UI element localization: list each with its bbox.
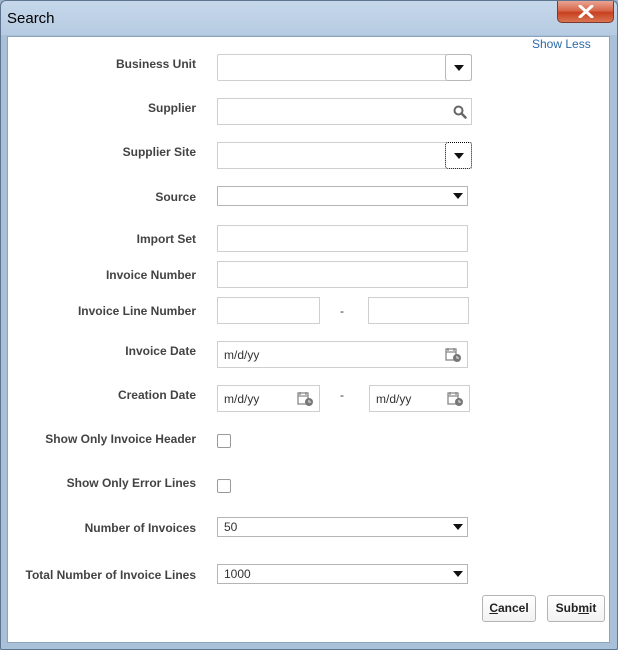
title-bar[interactable]: Search: [1, 1, 617, 35]
show-only-invoice-header-label: Show Only Invoice Header: [45, 432, 196, 446]
show-less-link[interactable]: Show Less: [532, 37, 591, 51]
supplier-input[interactable]: [217, 98, 472, 125]
supplier-site-dropdown-button[interactable]: [445, 142, 472, 169]
number-of-invoices-select[interactable]: 50: [217, 517, 468, 537]
supplier-site-select[interactable]: [217, 142, 472, 169]
invoice-line-number-from-input[interactable]: [217, 297, 320, 324]
total-number-of-invoice-lines-select[interactable]: 1000: [217, 564, 468, 584]
submit-mnemonic: m: [578, 601, 589, 615]
show-only-error-lines-checkbox[interactable]: [217, 479, 231, 493]
invoice-line-number-label: Invoice Line Number: [77, 304, 196, 318]
invoice-date-input[interactable]: m/d/yy: [217, 341, 468, 368]
cancel-mnemonic: C: [489, 601, 498, 615]
creation-date-from-input[interactable]: m/d/yy: [217, 385, 320, 412]
range-separator: -: [340, 388, 344, 402]
close-x-icon: [578, 5, 594, 18]
submit-label-prefix: Sub: [555, 601, 579, 615]
invoice-line-number-to-input[interactable]: [368, 297, 469, 324]
search-dialog: Search Show Less Business Unit Supplier: [0, 0, 618, 650]
source-label: Source: [155, 190, 196, 204]
cancel-button[interactable]: Cancel: [482, 595, 536, 622]
source-select[interactable]: [217, 186, 468, 206]
invoice-date-label: Invoice Date: [125, 344, 196, 358]
business-unit-dropdown-button[interactable]: [445, 54, 472, 81]
business-unit-select[interactable]: [217, 54, 472, 81]
dropdown-arrow-icon: [453, 571, 463, 577]
show-only-invoice-header-checkbox[interactable]: [217, 434, 231, 448]
dropdown-arrow-icon: [453, 193, 463, 199]
number-of-invoices-label: Number of Invoices: [84, 521, 196, 535]
dropdown-arrow-icon: [454, 153, 464, 159]
creation-date-to-input[interactable]: m/d/yy: [369, 385, 470, 412]
submit-label-rest: it: [589, 601, 597, 615]
range-separator: -: [340, 304, 344, 318]
business-unit-label: Business Unit: [115, 57, 196, 71]
search-icon[interactable]: [453, 105, 467, 119]
calendar-icon[interactable]: [445, 347, 462, 363]
dropdown-arrow-icon: [454, 65, 464, 71]
supplier-label: Supplier: [147, 101, 196, 115]
close-button[interactable]: [557, 1, 614, 23]
invoice-number-label: Invoice Number: [105, 268, 196, 282]
calendar-icon[interactable]: [447, 391, 464, 407]
supplier-site-label: Supplier Site: [122, 145, 196, 159]
total-number-of-invoice-lines-label: Total Number of Invoice Lines: [25, 568, 196, 582]
dropdown-arrow-icon: [453, 524, 463, 530]
calendar-icon[interactable]: [297, 391, 314, 407]
show-only-error-lines-label: Show Only Error Lines: [66, 476, 196, 490]
submit-button[interactable]: Submit: [547, 595, 605, 622]
search-form: Show Less Business Unit Supplier Supplie…: [7, 36, 610, 643]
import-set-label: Import Set: [136, 232, 196, 246]
creation-date-label: Creation Date: [117, 388, 196, 402]
invoice-number-input[interactable]: [217, 261, 468, 288]
cancel-label-rest: ancel: [497, 601, 529, 615]
import-set-input[interactable]: [217, 225, 468, 252]
dialog-title: Search: [7, 10, 55, 27]
